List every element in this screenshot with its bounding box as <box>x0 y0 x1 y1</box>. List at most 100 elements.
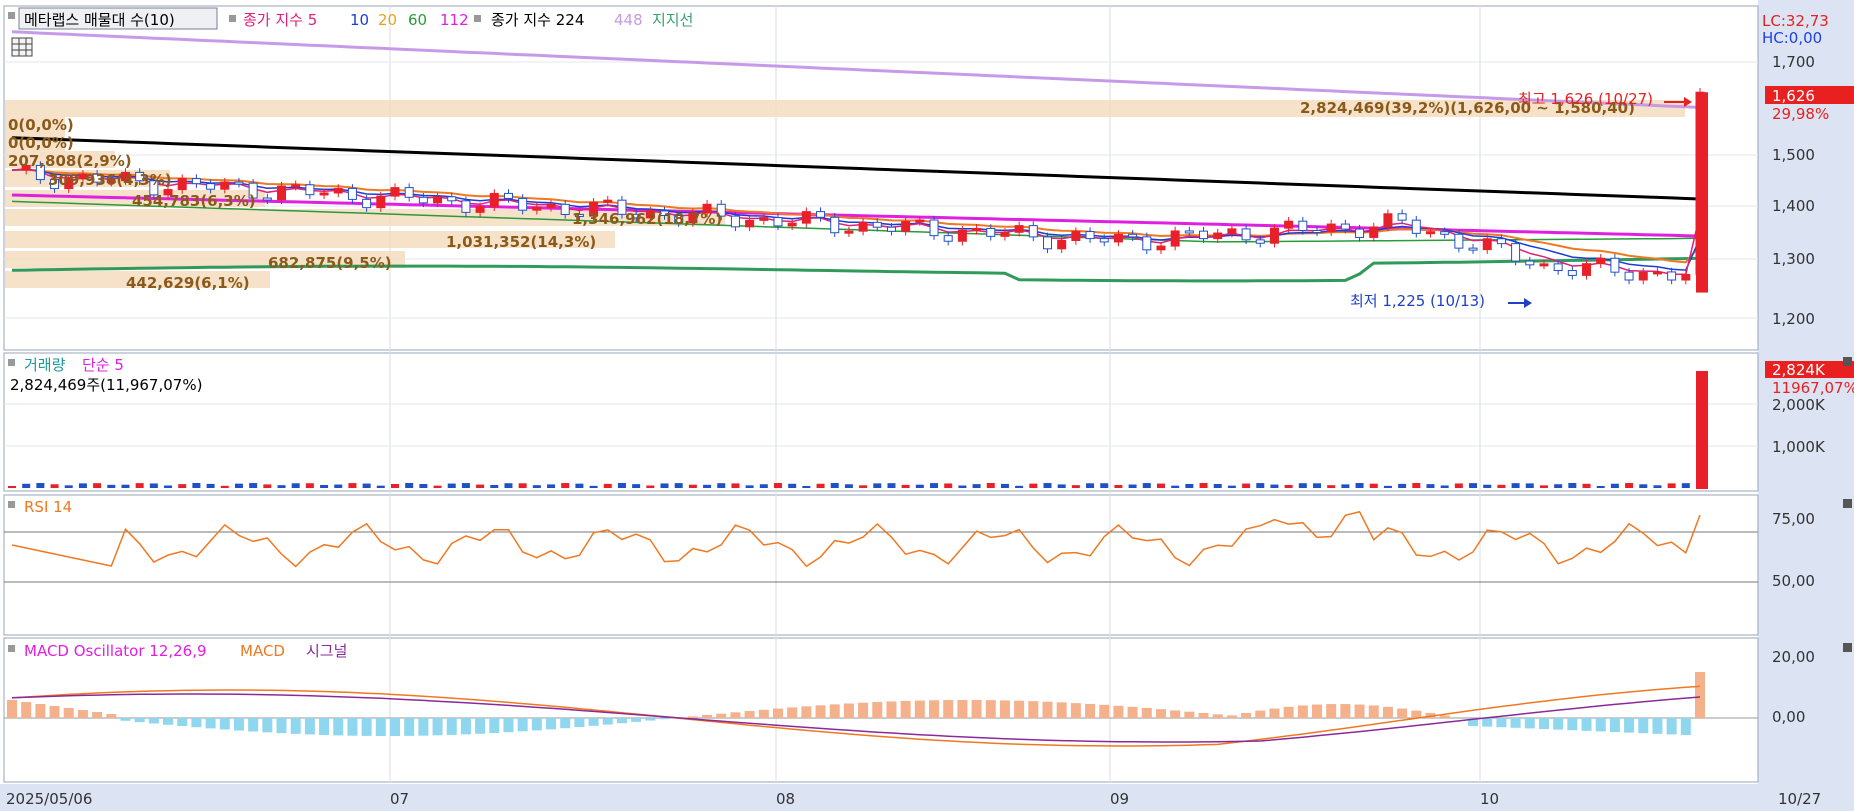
title-ema-112: 112 <box>440 11 469 29</box>
candle-body <box>1269 227 1279 244</box>
panel-menu-icon[interactable] <box>8 645 15 652</box>
profile-label-2: 0(0,0%) <box>8 134 74 152</box>
macd-oscillator-bar <box>361 718 372 736</box>
macd-oscillator-bar <box>1042 701 1053 718</box>
candle-body <box>1199 230 1209 240</box>
candle-body <box>376 195 386 209</box>
volume-bar <box>986 483 995 488</box>
volume-bar <box>1171 485 1180 488</box>
macd-oscillator-bar <box>63 708 74 718</box>
macd-oscillator-bar <box>1070 703 1081 718</box>
panel-menu-icon[interactable] <box>8 12 15 19</box>
candle-body <box>404 187 414 198</box>
volume-panel-frame <box>3 352 1759 492</box>
macd-oscillator-bar <box>1567 718 1578 731</box>
candle-body <box>319 192 329 196</box>
macd-oscillator-bar <box>1184 711 1195 718</box>
price-panel-frame <box>3 5 1759 351</box>
volume-bar <box>220 485 229 488</box>
candle-body <box>503 192 513 199</box>
ema-448-line <box>11 30 1701 109</box>
macd-oscillator-bar <box>489 718 500 734</box>
current-pct-value: 29,98% <box>1772 105 1829 123</box>
volume-bar <box>135 483 144 488</box>
close-panel-icon[interactable] <box>1843 499 1852 508</box>
last-candle-body <box>1696 92 1708 293</box>
volume-bar <box>717 483 726 488</box>
candle-body <box>730 215 740 228</box>
macd-oscillator-bar <box>347 718 358 736</box>
macd-oscillator-bar <box>35 704 46 718</box>
panel-menu-icon[interactable] <box>8 501 15 508</box>
volume-bar <box>36 483 45 488</box>
volume-bar <box>490 485 499 488</box>
volume-bar <box>234 483 243 488</box>
candle-body <box>986 227 996 237</box>
volume-bar <box>1539 485 1548 488</box>
close-panel-icon[interactable] <box>1843 643 1852 652</box>
volume-bar <box>334 484 343 488</box>
candle-body <box>1213 232 1223 240</box>
macd-oscillator-bar <box>730 712 741 718</box>
volume-bar <box>887 483 896 488</box>
volume-bar <box>1086 483 1095 488</box>
volume-bar <box>802 485 811 488</box>
candle-body <box>1355 228 1365 238</box>
candle-body <box>1284 220 1294 229</box>
grid-lines <box>4 6 1758 782</box>
volume-bar <box>64 485 73 488</box>
profile-label-3: 207,808(2,9%) <box>8 152 132 170</box>
panel-menu-icon[interactable] <box>8 359 15 366</box>
y-tick-1400: 1,400 <box>1772 197 1815 215</box>
volume-bar <box>1015 485 1024 488</box>
macd-oscillator-bar <box>531 718 542 731</box>
macd-oscillator-bar <box>716 713 727 718</box>
volume-bar <box>1114 485 1123 488</box>
profile-label-5: 454,783(6,3%) <box>132 192 256 210</box>
macd-oscillator-bar <box>219 718 230 730</box>
candle-body <box>844 230 854 234</box>
hc-label: HC:0,00 <box>1762 29 1822 47</box>
volume-bar <box>532 485 541 488</box>
macd-oscillator-bar <box>1056 702 1067 718</box>
candle-body <box>1184 230 1194 234</box>
candle-body <box>929 219 939 237</box>
macd-oscillator-bar <box>560 718 571 729</box>
macd-oscillator-bar <box>191 718 202 728</box>
macd-oscillator-bar <box>1269 708 1280 718</box>
candle-body <box>1042 236 1052 250</box>
volume-bar <box>1199 483 1208 488</box>
candle-body <box>418 196 428 204</box>
macd-oscillator-bar <box>744 711 755 718</box>
volume-bar <box>788 483 797 488</box>
rsi-panel-frame <box>3 494 1759 636</box>
table-icon[interactable] <box>11 37 33 57</box>
last-volume-bar <box>1696 371 1708 489</box>
title-rsi: RSI 14 <box>24 498 72 516</box>
macd-oscillator-bar <box>1680 718 1691 735</box>
lc-label: LC:32,73 <box>1762 12 1829 30</box>
candle-body <box>333 187 343 194</box>
macd-oscillator-bar <box>304 718 315 735</box>
macd-oscillator-bar <box>1553 718 1564 730</box>
volume-bar <box>1440 485 1449 488</box>
macd-oscillator-bar <box>929 700 940 718</box>
macd-oscillator-bar <box>872 702 883 718</box>
volume-bar <box>1667 483 1676 488</box>
volume-bar <box>390 483 399 488</box>
legend-bullet-icon <box>229 15 236 22</box>
macd-oscillator-bar <box>1241 712 1252 718</box>
volume-bar <box>1355 483 1364 488</box>
macd-oscillator-bar <box>21 702 32 718</box>
candle-body <box>262 197 272 201</box>
macd-oscillator-bar <box>106 714 117 718</box>
volume-bar <box>773 483 782 488</box>
macd-oscillator-bar <box>1255 710 1266 718</box>
volume-tag-pct: 11967,07% <box>1772 379 1854 397</box>
close-panel-icon[interactable] <box>1843 357 1852 366</box>
macd-oscillator-bar <box>999 700 1010 718</box>
candle-body <box>787 222 797 227</box>
volume-bar <box>320 485 329 488</box>
volume-bar <box>547 484 556 488</box>
macd-oscillator-bar <box>1028 701 1039 718</box>
